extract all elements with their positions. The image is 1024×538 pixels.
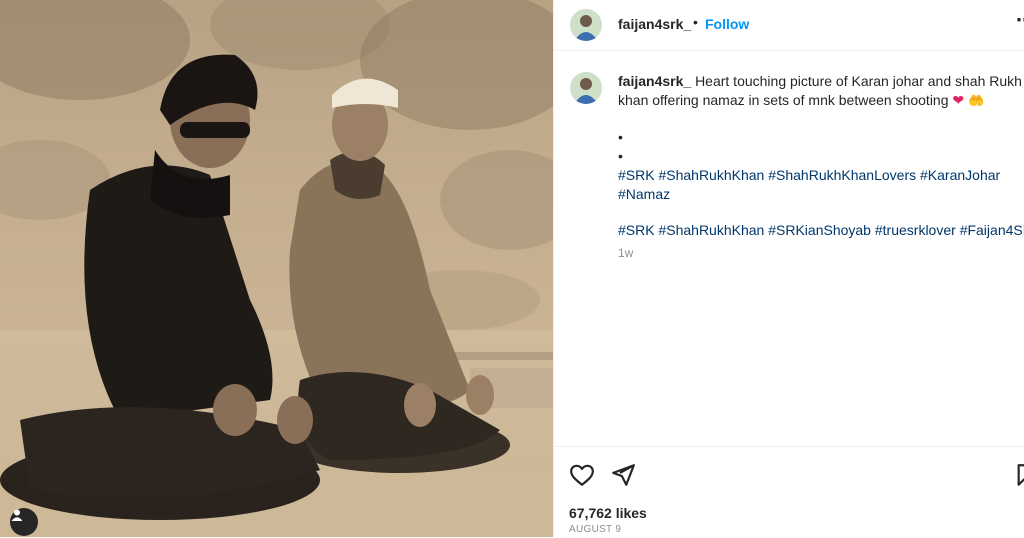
user-tag-icon[interactable]	[10, 508, 38, 536]
bullet-2: •	[618, 148, 623, 164]
hashtag-link[interactable]: #ShahRukhKhan	[658, 222, 764, 238]
hashtag-link[interactable]: #KaranJohar	[920, 167, 1000, 183]
heart-icon[interactable]	[569, 462, 595, 488]
hashtag-link[interactable]: #ShahRukhKhanLovers	[768, 167, 916, 183]
header-username[interactable]: faijan4srk_	[618, 16, 691, 32]
hashtag-link[interactable]: #SRK	[618, 222, 655, 238]
post-date: AUGUST 9	[569, 524, 622, 535]
post-details-panel: faijan4srk_ • Follow ⋯ faijan4srk_ Heart…	[553, 0, 1024, 537]
praying-hands-emoji: 🤲	[968, 93, 985, 108]
hashtag-link[interactable]: #Faijan4SRK	[960, 222, 1024, 238]
hashtag-link[interactable]: #ShahRukhKhan	[658, 167, 764, 183]
avatar[interactable]	[570, 9, 602, 41]
likes-count[interactable]: 67,762 likes	[569, 505, 647, 521]
caption-avatar[interactable]	[570, 72, 602, 104]
heart-emoji: ❤	[952, 92, 965, 108]
post-time[interactable]: 1w	[618, 244, 1024, 263]
caption-username[interactable]: faijan4srk_	[618, 73, 691, 89]
hashtag-link[interactable]: #SRKianShoyab	[768, 222, 871, 238]
hashtag-link[interactable]: #SRK	[618, 167, 655, 183]
caption: faijan4srk_ Heart touching picture of Ka…	[618, 72, 1024, 263]
hashtag-link[interactable]: #Namaz	[618, 186, 670, 202]
avatar-image	[570, 72, 602, 104]
caption-text-block: faijan4srk_ Heart touching picture of Ka…	[618, 72, 1024, 110]
separator-dot: •	[693, 14, 698, 30]
follow-button[interactable]: Follow	[705, 16, 749, 32]
share-icon[interactable]	[610, 462, 636, 488]
post-actions: 67,762 likes AUGUST 9	[554, 446, 1024, 538]
more-icon[interactable]: ⋯	[1016, 10, 1024, 31]
avatar-image	[570, 9, 602, 41]
hashtags-line-1: #SRK #ShahRukhKhan #ShahRukhKhanLovers #…	[618, 166, 1024, 204]
post-photo[interactable]	[0, 0, 553, 537]
person-glyph	[11, 509, 23, 521]
hashtag-link[interactable]: #truesrklover	[875, 222, 956, 238]
bullet-1: •	[618, 129, 623, 145]
bookmark-icon[interactable]	[1016, 462, 1024, 488]
post-header: faijan4srk_ • Follow ⋯	[554, 0, 1024, 51]
hashtags-line-2: #SRK #ShahRukhKhan #SRKianShoyab #truesr…	[618, 221, 1024, 240]
photo-illustration	[0, 0, 553, 537]
